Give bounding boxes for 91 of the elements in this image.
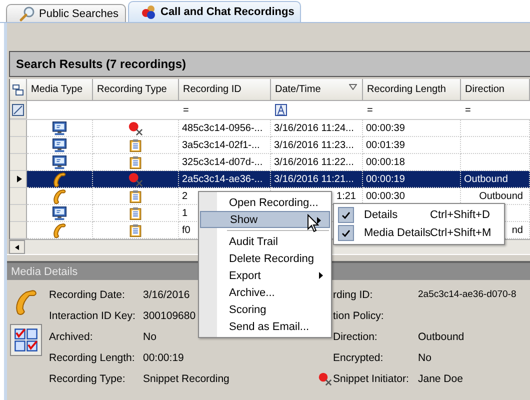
column-header[interactable]: Recording Length — [363, 79, 461, 101]
phone-icon — [13, 288, 39, 316]
checklist-button[interactable] — [10, 324, 42, 356]
table-cell: 3/16/2016 11:22... — [274, 156, 354, 168]
computer-icon — [52, 154, 67, 170]
table-cell: Outbound — [479, 190, 523, 202]
table-cell: 325c3c14-d07d-... — [182, 156, 263, 168]
submenu-arrow-icon — [317, 217, 321, 224]
table-row[interactable]: 485c3c14-0956-... 3/16/2016 11:24... 00:00:39 — [10, 120, 530, 137]
field-value: Snippet Recording — [143, 372, 230, 384]
field-value: 300109680 — [143, 310, 196, 322]
table-cell: 485c3c14-0956-... — [182, 122, 263, 134]
table-cell: f0 — [182, 224, 190, 236]
table-cell: 00:00:39 — [366, 122, 405, 134]
menu-item[interactable]: Open Recording... — [199, 194, 331, 211]
field-value: Jane Doe — [418, 372, 463, 384]
field-label: rding ID: — [333, 288, 374, 300]
date-filter-icon[interactable] — [275, 104, 287, 116]
phone-icon — [52, 222, 67, 238]
table-cell: 3/16/2016 11:24... — [274, 122, 354, 134]
menu-item[interactable]: Audit Trail — [199, 233, 331, 250]
table-cell: 3/16/2016 11:23... — [274, 140, 354, 150]
scroll-left-button[interactable] — [9, 240, 25, 254]
table-cell: 1:21 — [336, 190, 356, 202]
colored-balls-icon — [140, 4, 156, 20]
field-label: Direction: — [333, 330, 378, 342]
search-icon — [19, 6, 35, 22]
field-label: Recording Length: — [48, 352, 136, 364]
results-title: Search Results (7 recordings) — [9, 51, 530, 77]
table-cell: 00:00:30 — [366, 190, 405, 202]
tab[interactable]: Public Searches — [6, 4, 126, 22]
field-value: 00:00:19 — [143, 352, 184, 364]
computer-icon — [52, 138, 67, 152]
table-cell: 2 — [182, 190, 188, 202]
submenu-arrow-icon — [319, 272, 323, 279]
phone-icon — [52, 172, 67, 186]
clipboard-icon — [129, 138, 142, 152]
field-value: 2a5c3c14-ae36-d070-8 — [418, 289, 516, 300]
clipboard-icon — [129, 188, 142, 204]
field-value: 3/16/2016 — [143, 288, 190, 300]
mouse-pointer-icon — [307, 214, 319, 233]
computer-icon — [52, 120, 67, 136]
menu-item[interactable]: Archive... — [199, 284, 331, 301]
menu-item[interactable]: Details Ctrl+Shift+D — [334, 206, 504, 224]
field-label: Archived: — [48, 330, 94, 342]
table-cell: 3a5c3c14-02f1-... — [182, 140, 260, 150]
clipboard-icon — [129, 154, 142, 170]
column-chooser-icon[interactable] — [12, 84, 24, 96]
table-cell: 2a5c3c14-ae36-... — [182, 174, 263, 184]
row-selector[interactable] — [10, 171, 27, 188]
field-label: Recording Date: — [48, 288, 126, 300]
tab[interactable]: Call and Chat Recordings — [128, 1, 302, 22]
column-header[interactable]: Recording ID — [179, 79, 271, 101]
menu-item[interactable]: Send as Email... — [199, 318, 331, 335]
field-label: Encrypted: — [333, 352, 384, 364]
column-header[interactable]: Media Type — [27, 79, 93, 101]
field-value: No — [418, 352, 432, 364]
sort-triangle-icon — [349, 84, 357, 90]
table-cell: 3/16/2016 11:21... — [274, 174, 354, 184]
field-label: tion Policy: — [333, 310, 385, 322]
menu-item[interactable]: Media DetailsCtrl+Shift+M — [334, 224, 504, 242]
field-label: Recording Type: — [48, 372, 126, 384]
field-value: Outbound — [418, 330, 464, 342]
filter-row-icon[interactable] — [12, 104, 24, 116]
table-cell: nd — [512, 224, 523, 236]
column-header[interactable]: Recording Type — [93, 79, 179, 101]
table-cell: 00:00:18 — [366, 156, 405, 168]
caret-left-icon — [15, 244, 19, 250]
snippet-icon — [128, 172, 143, 186]
table-cell: 00:00:19 — [366, 174, 405, 184]
table-cell: Outbound — [464, 174, 508, 184]
column-header[interactable]: Direction — [461, 79, 530, 101]
table-row[interactable]: 2a5c3c14-ae36-... 3/16/2016 11:21... 00:00:19 Outbound — [10, 171, 530, 188]
filter-operator[interactable]: = — [183, 104, 189, 116]
computer-icon — [52, 206, 67, 220]
field-value: No — [143, 330, 156, 342]
filter-operator[interactable]: = — [367, 104, 373, 116]
menu-item[interactable]: Scoring — [199, 301, 331, 318]
field-label: Snippet Initiator: — [333, 372, 410, 384]
clipboard-icon — [129, 206, 142, 220]
column-header[interactable]: Date/Time — [271, 79, 363, 101]
current-row-icon — [16, 175, 22, 183]
table-cell: 00:01:39 — [366, 140, 405, 150]
table-row[interactable]: 3a5c3c14-02f1-... 3/16/2016 11:23... 00:01:39 — [10, 137, 530, 154]
snippet-icon — [128, 120, 143, 136]
field-label: Interaction ID Key: — [48, 310, 136, 322]
filter-operator[interactable]: = — [465, 104, 471, 116]
menu-item[interactable]: Show — [200, 211, 330, 228]
phone-icon — [52, 188, 67, 204]
table-cell: 1 — [182, 208, 188, 218]
snippet-icon — [318, 372, 332, 386]
